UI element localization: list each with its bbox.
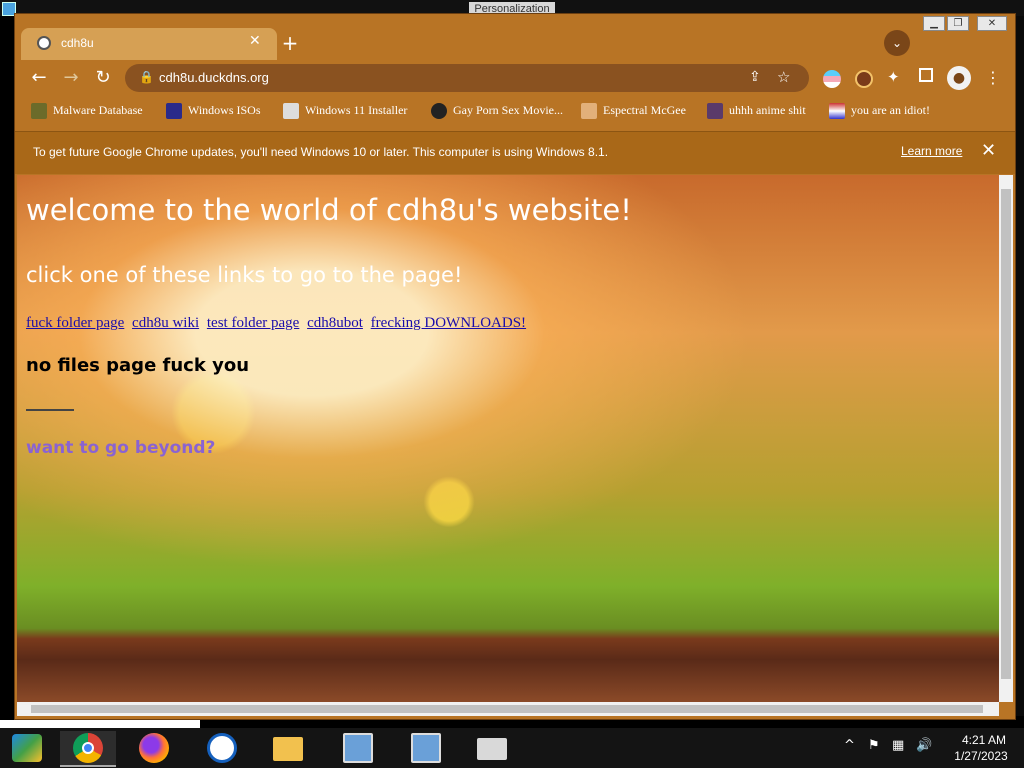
chrome-window: cdh8u ✕ + ⌄ ▁ ❐ ✕ ← → ↻ 🔒 cdh8u.duckdns.… bbox=[14, 13, 1016, 720]
taskbar-chrome[interactable] bbox=[60, 731, 116, 767]
lock-icon[interactable]: 🔒 bbox=[139, 70, 154, 84]
page-subtitle: click one of these links to go to the pa… bbox=[26, 263, 463, 287]
taskbar-file-explorer[interactable] bbox=[260, 731, 316, 765]
bookmark-anime[interactable]: uhhh anime shit bbox=[707, 100, 806, 120]
bookmark-star-icon[interactable]: ☆ bbox=[777, 68, 790, 86]
remote-desktop-icon bbox=[411, 733, 441, 763]
taskbar-remote-desktop[interactable] bbox=[330, 731, 386, 765]
chevron-up-icon[interactable]: ^ bbox=[844, 738, 855, 753]
window-close-button[interactable]: ✕ bbox=[977, 16, 1007, 31]
update-infobar: To get future Google Chrome updates, you… bbox=[15, 131, 1015, 174]
bookmark-icon bbox=[31, 103, 47, 120]
globe-icon bbox=[37, 36, 51, 50]
taskbar-store[interactable] bbox=[464, 731, 520, 765]
url-text[interactable]: cdh8u.duckdns.org bbox=[159, 70, 269, 85]
folder-icon bbox=[273, 737, 303, 761]
desktop-right-edge bbox=[1015, 16, 1024, 716]
share-icon[interactable]: ⇪ bbox=[749, 69, 761, 85]
extension-flag-icon[interactable] bbox=[823, 70, 841, 88]
side-panel-icon[interactable] bbox=[919, 68, 933, 82]
bookmark-you-are-an-idiot[interactable]: you are an idiot! bbox=[829, 100, 930, 120]
divider bbox=[26, 409, 74, 411]
bookmark-icon bbox=[431, 103, 447, 120]
infobar-message: To get future Google Chrome updates, you… bbox=[33, 145, 609, 159]
link-fuck-folder[interactable]: fuck folder page bbox=[26, 315, 124, 331]
bookmark-malware-database[interactable]: Malware Database bbox=[31, 100, 143, 120]
link-cdh8u-wiki[interactable]: cdh8u wiki bbox=[132, 315, 199, 331]
tab-cdh8u[interactable]: cdh8u ✕ bbox=[21, 28, 277, 60]
chrome-icon bbox=[73, 733, 103, 763]
close-icon[interactable]: ✕ bbox=[981, 140, 996, 161]
bookmark-windows-isos[interactable]: Windows ISOs bbox=[166, 100, 261, 120]
new-tab-button[interactable]: + bbox=[279, 32, 301, 54]
bookmark-icon bbox=[283, 103, 299, 120]
x-icon bbox=[166, 103, 182, 120]
firefox-icon bbox=[139, 733, 169, 763]
scrollbar-thumb[interactable] bbox=[1001, 189, 1011, 679]
horizontal-scrollbar[interactable] bbox=[17, 702, 999, 716]
link-list: fuck folder page cdh8u wiki test folder … bbox=[26, 315, 530, 332]
minimize-button[interactable]: ▁ bbox=[923, 16, 945, 31]
taskbar: ^ ⚑ ▦ 🔊 4:21 AM 1/27/2023 bbox=[0, 728, 1024, 768]
link-test-folder[interactable]: test folder page bbox=[207, 315, 299, 331]
address-bar[interactable]: 🔒 cdh8u.duckdns.org ⇪ ☆ bbox=[125, 64, 809, 92]
avatar-icon bbox=[581, 103, 597, 120]
learn-more-link[interactable]: Learn more bbox=[901, 144, 962, 158]
no-files-heading: no files page fuck you bbox=[26, 355, 250, 376]
bookmarks-bar: Malware Database Windows ISOs Windows 11… bbox=[15, 98, 1015, 122]
speaker-icon[interactable]: 🔊 bbox=[916, 738, 932, 753]
bookmark-espectral-mcgee[interactable]: Espectral McGee bbox=[581, 100, 686, 120]
flag-icon bbox=[829, 103, 845, 120]
tab-strip: cdh8u ✕ + ⌄ ▁ ❐ ✕ bbox=[15, 14, 1015, 60]
extension-avatar-icon[interactable] bbox=[855, 70, 873, 88]
bookmark-windows-11-installer[interactable]: Windows 11 Installer bbox=[283, 100, 407, 120]
store-icon bbox=[477, 738, 507, 760]
maximize-button[interactable]: ❐ bbox=[947, 16, 969, 31]
taskbar-firefox[interactable] bbox=[126, 731, 182, 765]
start-button[interactable] bbox=[2, 731, 52, 765]
profile-icon[interactable]: ● bbox=[947, 66, 971, 90]
link-downloads[interactable]: frecking DOWNLOADS! bbox=[371, 315, 526, 331]
tab-title: cdh8u bbox=[61, 36, 94, 50]
link-cdh8ubot[interactable]: cdh8ubot bbox=[307, 315, 363, 331]
chevron-down-icon[interactable]: ⌄ bbox=[884, 30, 910, 56]
close-icon[interactable]: ✕ bbox=[249, 33, 261, 49]
scrollbar-thumb[interactable] bbox=[31, 705, 983, 713]
network-icon[interactable]: ▦ bbox=[892, 738, 904, 753]
remote-desktop-icon bbox=[343, 733, 373, 763]
clock-date[interactable]: 1/27/2023 bbox=[948, 749, 1014, 763]
start-icon bbox=[12, 734, 42, 762]
go-beyond-text[interactable]: want to go beyond? bbox=[26, 438, 215, 458]
page-title: welcome to the world of cdh8u's website! bbox=[26, 193, 632, 227]
bookmark-movie[interactable]: Gay Porn Sex Movie... bbox=[431, 100, 563, 120]
app-logo-icon bbox=[207, 733, 237, 763]
clock-time[interactable]: 4:21 AM bbox=[954, 733, 1014, 747]
puzzle-icon[interactable]: ✦ bbox=[887, 68, 900, 86]
flag-icon[interactable]: ⚑ bbox=[868, 738, 880, 753]
desktop-strip bbox=[0, 720, 200, 728]
reload-button[interactable]: ↻ bbox=[91, 66, 115, 90]
taskbar-remote-desktop-2[interactable] bbox=[398, 731, 454, 765]
avatar-icon bbox=[707, 103, 723, 120]
vertical-scrollbar[interactable] bbox=[999, 175, 1013, 702]
forward-button[interactable]: → bbox=[59, 66, 83, 90]
toolbar: ← → ↻ 🔒 cdh8u.duckdns.org ⇪ ☆ ✦ ● ⋮ bbox=[15, 60, 1015, 96]
page-content: welcome to the world of cdh8u's website!… bbox=[17, 175, 999, 702]
back-button[interactable]: ← bbox=[27, 66, 51, 90]
menu-kebab-icon[interactable]: ⋮ bbox=[985, 66, 1001, 90]
taskbar-app[interactable] bbox=[194, 731, 250, 765]
